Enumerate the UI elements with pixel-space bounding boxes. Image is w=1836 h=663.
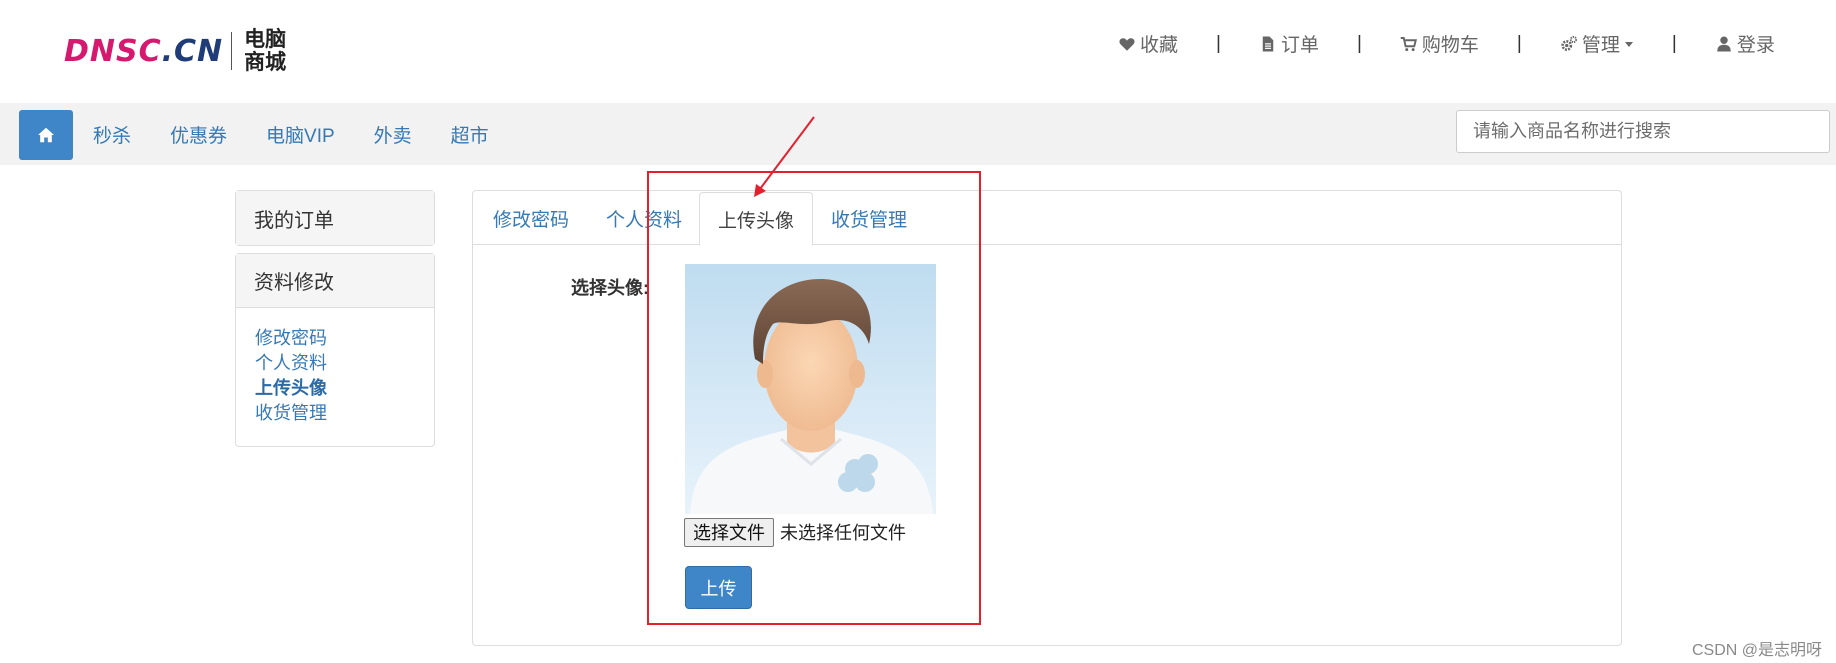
cart-link[interactable]: 购物车 — [1400, 30, 1479, 57]
sidebar-item-list: 修改密码 个人资料 上传头像 收货管理 — [236, 308, 434, 446]
user-icon — [1717, 36, 1731, 51]
top-nav: 收藏 | 订单 | 购物车 | 管理 | 登录 — [1118, 30, 1775, 57]
sidebar-panel-profile: 资料修改 修改密码 个人资料 上传头像 收货管理 — [235, 253, 435, 447]
tab-profile[interactable]: 个人资料 — [606, 191, 682, 246]
profile-tabs: 修改密码 个人资料 上传头像 收货管理 — [473, 191, 1621, 246]
nav-link-vip[interactable]: 电脑VIP — [266, 121, 335, 148]
tab-upload-avatar[interactable]: 上传头像 — [699, 192, 814, 246]
tab-address[interactable]: 收货管理 — [831, 191, 907, 246]
sidebar-item-upload-avatar[interactable]: 上传头像 — [255, 376, 415, 401]
main-navbar: 秒杀 优惠券 电脑VIP 外卖 超市 — [0, 103, 1836, 165]
file-status-text: 未选择任何文件 — [780, 523, 906, 543]
logo-latin: DNSC.CN — [64, 33, 224, 69]
sidebar-item-address[interactable]: 收货管理 — [255, 401, 415, 426]
sidebar-item-change-password[interactable]: 修改密码 — [255, 326, 415, 351]
csdn-watermark: CSDN @是志明呀 — [1691, 642, 1822, 659]
nav-link-supermarket[interactable]: 超市 — [451, 121, 489, 148]
home-icon — [38, 127, 54, 143]
sidebar-item-profile[interactable]: 个人资料 — [255, 351, 415, 376]
nav-link-takeout[interactable]: 外卖 — [374, 121, 412, 148]
sidebar-heading-orders[interactable]: 我的订单 — [236, 191, 434, 245]
home-button[interactable] — [19, 110, 73, 160]
tab-change-password[interactable]: 修改密码 — [493, 191, 569, 246]
gears-icon — [1561, 35, 1577, 51]
login-link[interactable]: 登录 — [1715, 30, 1775, 57]
logo-divider — [231, 32, 233, 70]
nav-link-flash-sale[interactable]: 秒杀 — [93, 121, 131, 148]
sidebar-panel-orders: 我的订单 — [235, 190, 435, 246]
nav-separator: | — [1356, 32, 1362, 54]
orders-link[interactable]: 订单 — [1259, 30, 1319, 57]
avatar-field-label: 选择头像: — [571, 278, 649, 298]
upload-button[interactable]: 上传 — [685, 566, 752, 609]
nav-separator: | — [1216, 32, 1221, 54]
caret-down-icon — [1624, 41, 1633, 47]
profile-content-panel: 修改密码 个人资料 上传头像 收货管理 选择头像: 选择文件 未选择任何文件 上… — [472, 190, 1622, 646]
site-header: DNSC.CN 电脑 商城 收藏 | 订单 | 购物车 | 管理 | 登录 — [0, 0, 1836, 103]
cart-icon — [1400, 36, 1417, 51]
nav-separator: | — [1516, 32, 1522, 54]
file-text-icon — [1262, 36, 1274, 51]
logo-chinese: 电脑 商城 — [244, 27, 287, 74]
nav-link-coupons[interactable]: 优惠券 — [170, 121, 227, 148]
nav-separator: | — [1671, 32, 1677, 54]
choose-file-button[interactable]: 选择文件 — [684, 517, 774, 547]
sidebar-heading-profile[interactable]: 资料修改 — [236, 254, 434, 308]
file-picker: 选择文件 未选择任何文件 — [684, 517, 906, 547]
category-links: 秒杀 优惠券 电脑VIP 外卖 超市 — [93, 103, 528, 165]
site-logo[interactable]: DNSC.CN 电脑 商城 — [64, 26, 286, 76]
favorites-link[interactable]: 收藏 — [1118, 30, 1178, 57]
manage-dropdown[interactable]: 管理 — [1560, 30, 1634, 57]
avatar-preview — [685, 264, 936, 514]
heart-icon — [1119, 37, 1135, 51]
product-search-input[interactable] — [1456, 110, 1830, 153]
